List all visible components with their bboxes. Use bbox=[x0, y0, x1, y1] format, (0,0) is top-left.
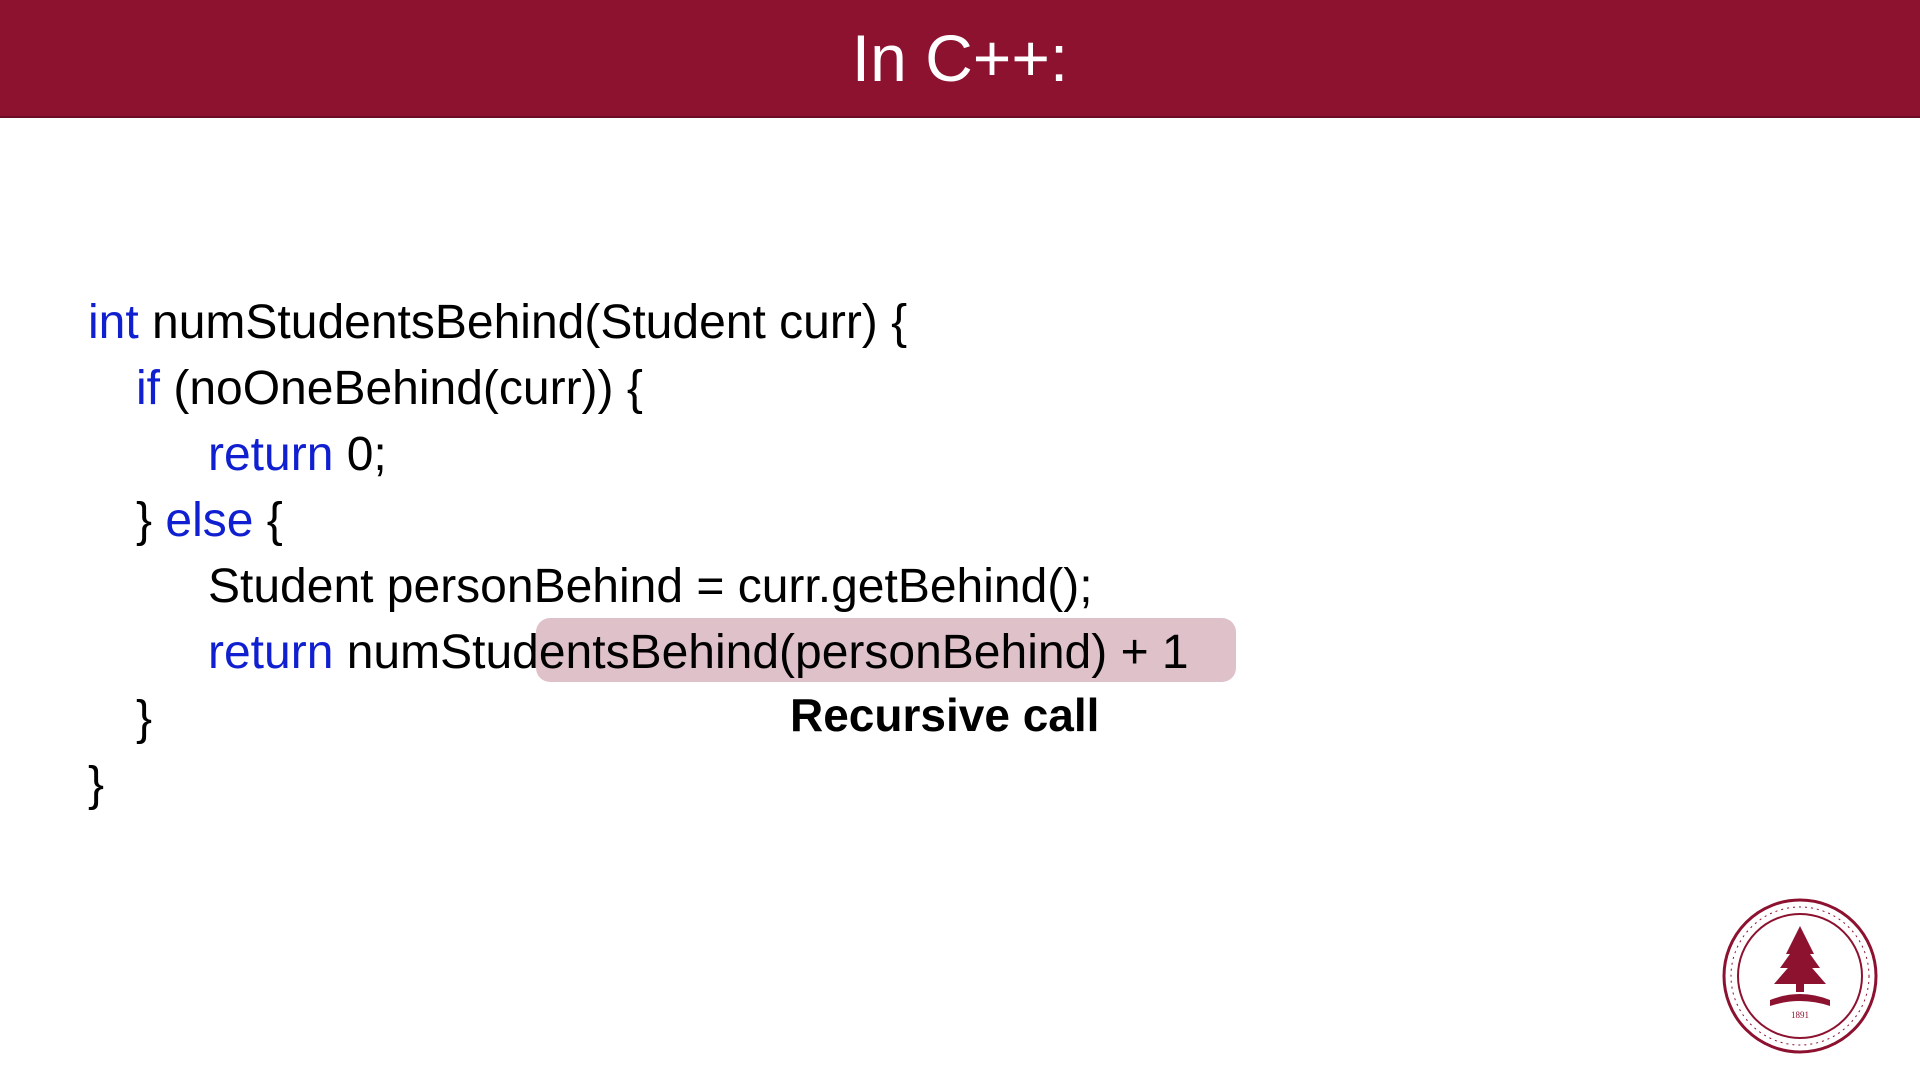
code-line-2: if (noOneBehind(curr)) { bbox=[88, 356, 1189, 422]
code-line-8: } bbox=[88, 752, 1189, 818]
slide-header: In C++: bbox=[0, 0, 1920, 118]
keyword-return: return bbox=[208, 626, 333, 679]
keyword-if: if bbox=[136, 362, 160, 415]
keyword-return: return bbox=[208, 428, 333, 481]
svg-text:1891: 1891 bbox=[1791, 1010, 1809, 1020]
keyword-else: else bbox=[165, 494, 253, 547]
stanford-seal-icon: 1891 bbox=[1720, 896, 1880, 1056]
code-line-7: } bbox=[88, 686, 1189, 752]
code-line-6: return numStudentsBehind(personBehind) +… bbox=[88, 620, 1189, 686]
code-line-3: return 0; bbox=[88, 422, 1189, 488]
code-line-5: Student personBehind = curr.getBehind(); bbox=[88, 554, 1189, 620]
slide-title: In C++: bbox=[852, 20, 1068, 96]
code-block: int numStudentsBehind(Student curr) { if… bbox=[88, 290, 1189, 818]
keyword-int: int bbox=[88, 296, 139, 349]
code-line-1: int numStudentsBehind(Student curr) { bbox=[88, 290, 1189, 356]
code-line-4: } else { bbox=[88, 488, 1189, 554]
